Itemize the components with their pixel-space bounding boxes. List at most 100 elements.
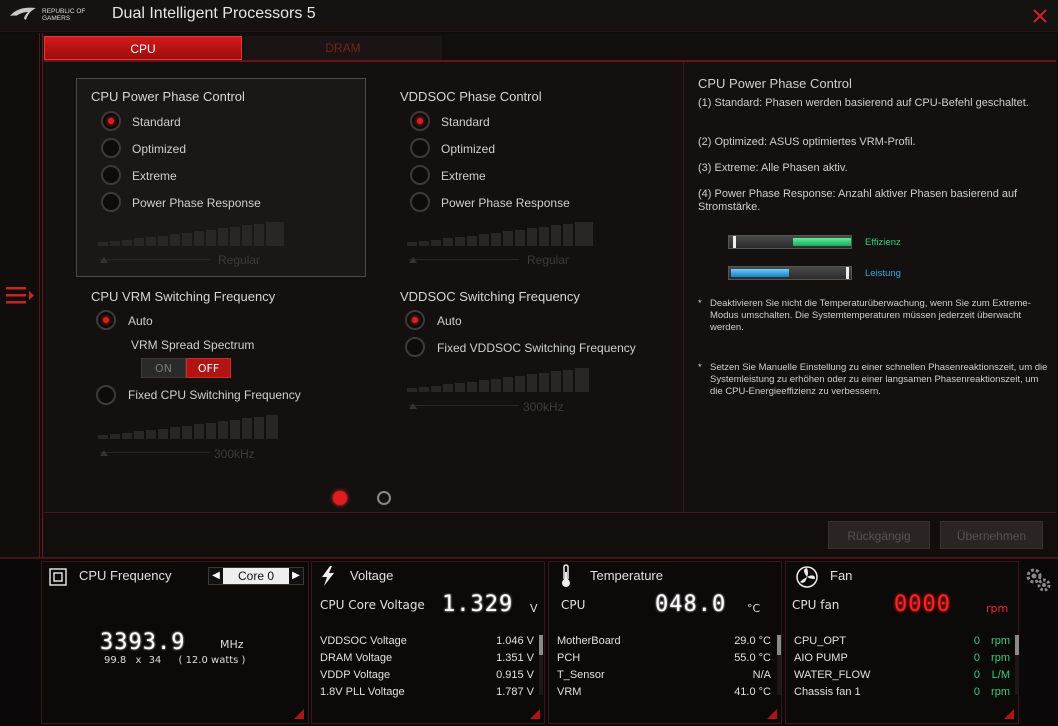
vrm-spread-toggle[interactable]: ON OFF bbox=[141, 358, 231, 378]
cpu-vrm-auto-label: Auto bbox=[128, 314, 153, 328]
performance-bar bbox=[728, 266, 852, 280]
fan-icon bbox=[796, 566, 818, 588]
performance-label: Leistung bbox=[865, 268, 901, 279]
list-item: DRAM Voltage 1.351 V bbox=[320, 652, 534, 664]
vddsoc-phase-extreme-radio[interactable] bbox=[410, 165, 430, 185]
cpu-fan-label: CPU fan bbox=[792, 598, 840, 612]
desc-p3: (3) Extreme: Alle Phasen aktiv. bbox=[698, 162, 848, 174]
vddsoc-phase-response-label: Power Phase Response bbox=[441, 196, 570, 210]
list-item: VDDP Voltage 0.915 V bbox=[320, 669, 534, 681]
close-icon bbox=[1033, 9, 1047, 23]
core-selector[interactable]: ◀ Core 0 ▶ bbox=[208, 567, 304, 585]
tab-dram[interactable]: DRAM bbox=[244, 36, 442, 60]
settings-button[interactable] bbox=[1024, 566, 1052, 594]
toggle-on-label: ON bbox=[141, 358, 186, 378]
cpu-frequency-unit: MHz bbox=[220, 638, 244, 651]
desc-p4: (4) Power Phase Response: Anzahl aktiver… bbox=[698, 188, 1018, 213]
cpu-phase-optimized-radio[interactable] bbox=[101, 138, 121, 158]
expand-corner-icon[interactable] bbox=[294, 709, 304, 719]
cpu-chip-icon bbox=[49, 568, 67, 586]
list-item: VDDSOC Voltage 1.046 V bbox=[320, 635, 534, 647]
list-item: WATER_FLOW 0 L/M bbox=[794, 669, 1010, 681]
app-title: Dual Intelligent Processors 5 bbox=[112, 5, 316, 22]
vddsoc-phase-title: VDDSOC Phase Control bbox=[400, 89, 542, 104]
temperature-scrollbar[interactable] bbox=[777, 635, 781, 695]
slider-wedge-graphic bbox=[98, 415, 278, 456]
cpu-frequency-value: 3393.9 bbox=[100, 630, 186, 655]
vddsoc-sw-fixed-radio[interactable] bbox=[405, 337, 425, 357]
efficiency-bar bbox=[728, 235, 852, 249]
voltage-scrollbar[interactable] bbox=[539, 635, 543, 695]
cpu-phase-slider[interactable]: Regular bbox=[96, 222, 286, 267]
cpu-ratio: 99.8 x 34 ( 12.0 watts ) bbox=[104, 655, 245, 666]
vddsoc-sw-auto-label: Auto bbox=[437, 314, 462, 328]
voltage-card: Voltage CPU Core Voltage 1.329 V VDDSOC … bbox=[311, 561, 545, 724]
vddsoc-sw-title: VDDSOC Switching Frequency bbox=[400, 289, 580, 304]
temperature-card: Temperature CPU 048.0 °C MotherBoard 29.0… bbox=[548, 561, 782, 724]
cpu-vrm-slider[interactable]: 300kHz bbox=[96, 415, 286, 461]
efficiency-label: Effizienz bbox=[865, 237, 901, 248]
expand-corner-icon[interactable] bbox=[1004, 709, 1014, 719]
close-button[interactable] bbox=[1030, 6, 1050, 26]
cpu-core-voltage-value: 1.329 bbox=[442, 592, 514, 617]
cpu-temp-value: 048.0 bbox=[655, 592, 727, 617]
core-prev-arrow-icon[interactable]: ◀ bbox=[209, 568, 223, 584]
voltage-title: Voltage bbox=[350, 568, 394, 583]
cpu-core-voltage-label: CPU Core Voltage bbox=[320, 598, 425, 612]
vddsoc-sw-fixed-label: Fixed VDDSOC Switching Frequency bbox=[437, 341, 636, 355]
cpu-vrm-fixed-radio[interactable] bbox=[96, 385, 116, 405]
rog-logo: REPUBLIC OF GAMERS bbox=[8, 4, 100, 28]
cpu-phase-title: CPU Power Phase Control bbox=[91, 89, 245, 104]
horizontal-divider bbox=[44, 512, 1056, 513]
cpu-temp-label: CPU bbox=[561, 598, 586, 612]
menu-toggle-button[interactable] bbox=[6, 284, 36, 308]
cpu-phase-response-radio[interactable] bbox=[101, 192, 121, 212]
hamburger-icon bbox=[6, 287, 34, 304]
fan-scrollbar[interactable] bbox=[1015, 635, 1019, 695]
vddsoc-sw-slider[interactable]: 300kHz bbox=[405, 368, 595, 414]
cpu-phase-standard-radio[interactable] bbox=[101, 111, 121, 131]
vddsoc-phase-optimized-label: Optimized bbox=[441, 142, 496, 156]
cpu-vrm-auto-radio[interactable] bbox=[96, 310, 116, 330]
tab-bar: CPU DRAM bbox=[44, 36, 444, 60]
core-select-value: Core 0 bbox=[237, 569, 275, 583]
list-item: Chassis fan 1 0 rpm bbox=[794, 686, 1010, 698]
vddsoc-phase-slider[interactable]: Regular bbox=[405, 222, 595, 267]
core-next-arrow-icon[interactable]: ▶ bbox=[289, 568, 303, 584]
cpu-temp-unit: °C bbox=[747, 602, 761, 615]
thermometer-icon bbox=[562, 564, 570, 587]
list-item: PCH 55.0 °C bbox=[557, 652, 771, 664]
undo-button[interactable]: Rückgängig bbox=[828, 521, 930, 549]
toggle-off-label: OFF bbox=[186, 358, 231, 378]
cpu-phase-response-label: Power Phase Response bbox=[132, 196, 261, 210]
cpu-vrm-title: CPU VRM Switching Frequency bbox=[91, 289, 276, 304]
apply-button[interactable]: Übernehmen bbox=[940, 521, 1043, 549]
list-item: 1.8V PLL Voltage 1.787 V bbox=[320, 686, 534, 698]
tab-cpu[interactable]: CPU bbox=[44, 36, 242, 60]
vddsoc-phase-slider-label: Regular bbox=[527, 253, 570, 267]
expand-corner-icon[interactable] bbox=[767, 709, 777, 719]
vddsoc-sw-auto-radio[interactable] bbox=[405, 310, 425, 330]
page-dot-1[interactable] bbox=[333, 491, 347, 505]
cpu-fan-unit: rpm bbox=[986, 602, 1009, 615]
expand-corner-icon[interactable] bbox=[530, 709, 540, 719]
vrm-spread-label: VRM Spread Spectrum bbox=[131, 338, 255, 352]
cpu-frequency-title: CPU Frequency bbox=[79, 568, 172, 583]
fan-title: Fan bbox=[830, 568, 853, 583]
vddsoc-phase-response-radio[interactable] bbox=[410, 192, 430, 212]
cpu-core-voltage-unit: V bbox=[530, 602, 538, 615]
desc-p1: (1) Standard: Phasen werden basierend au… bbox=[698, 97, 1029, 109]
temperature-title: Temperature bbox=[590, 568, 663, 583]
cpu-phase-optimized-label: Optimized bbox=[132, 142, 187, 156]
gear-icon bbox=[1026, 568, 1051, 592]
lightning-icon bbox=[322, 566, 334, 586]
vddsoc-phase-standard-label: Standard bbox=[441, 115, 490, 129]
vddsoc-sw-slider-label: 300kHz bbox=[523, 400, 564, 414]
vddsoc-phase-optimized-radio[interactable] bbox=[410, 138, 430, 158]
cpu-phase-slider-label: Regular bbox=[218, 253, 261, 267]
page-dot-2[interactable] bbox=[377, 491, 391, 505]
vddsoc-phase-standard-radio[interactable] bbox=[410, 111, 430, 131]
cpu-phase-extreme-radio[interactable] bbox=[101, 165, 121, 185]
desc-title: CPU Power Phase Control bbox=[698, 76, 852, 91]
list-item: VRM 41.0 °C bbox=[557, 686, 771, 698]
